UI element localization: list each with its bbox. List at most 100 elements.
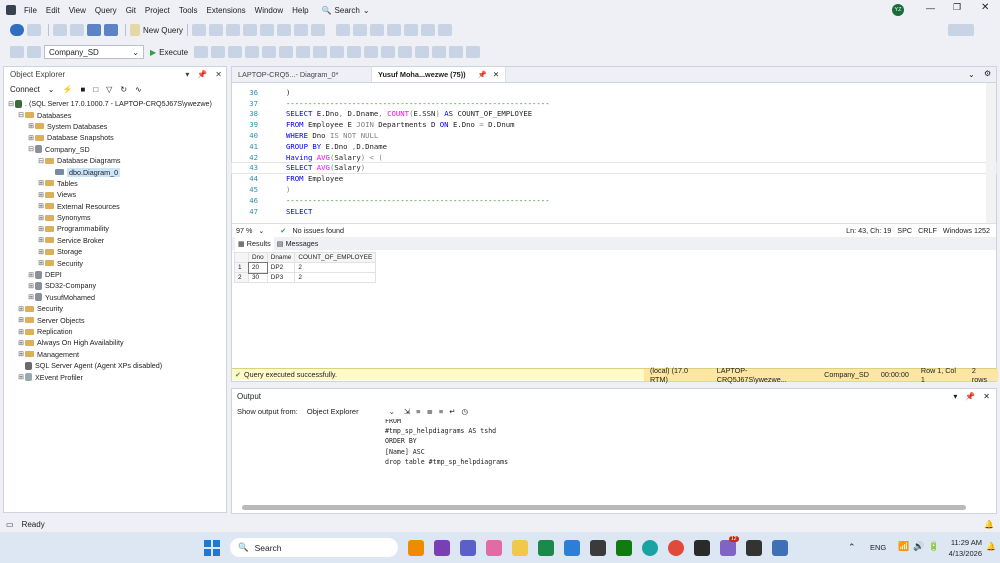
share-button[interactable]	[948, 24, 974, 36]
expand-icon[interactable]: ⊞	[37, 259, 45, 267]
clock[interactable]: 11:29 AM 4/13/2026	[948, 537, 982, 559]
expand-icon[interactable]: ⊞	[17, 339, 25, 347]
tree-node[interactable]: ⊞ Security	[7, 257, 226, 268]
tab-overflow-icon[interactable]: ⌄	[968, 70, 975, 79]
tv-icon[interactable]	[538, 540, 554, 556]
menu-item[interactable]: Project	[145, 6, 170, 15]
tab-document[interactable]: LAPTOP-CRQ5...- Diagram_0*	[232, 67, 372, 82]
activity-icon[interactable]: ∿	[135, 85, 142, 94]
expand-icon[interactable]: ⊞	[37, 225, 45, 233]
close-icon[interactable]: ✕	[983, 392, 990, 401]
output-tool-1-icon[interactable]: ⇲	[404, 407, 410, 416]
word-wrap-icon[interactable]: ↵	[449, 407, 455, 416]
tree-node[interactable]: ⊞ External Resources	[7, 201, 226, 212]
tab-results[interactable]: ▦ Results	[235, 237, 274, 250]
menu-item[interactable]: Edit	[46, 6, 60, 15]
table-row[interactable]: 2 30 DP3 2	[234, 272, 377, 283]
tab-messages[interactable]: ▤ Messages	[274, 237, 322, 250]
file-explorer-icon[interactable]	[512, 540, 528, 556]
vlc-icon[interactable]	[408, 540, 424, 556]
tree-node[interactable]: ⊞ Storage	[7, 246, 226, 257]
grid-cell[interactable]: 2	[294, 272, 377, 283]
notification-center-icon[interactable]: 🔔	[986, 542, 996, 551]
dropdown-icon[interactable]: ▾	[953, 392, 957, 401]
execute-button[interactable]: ▶ Execute	[150, 48, 188, 57]
grid-cell[interactable]: DP3	[266, 272, 296, 283]
horizontal-scrollbar[interactable]	[242, 505, 966, 510]
toolbar2-button-9[interactable]	[364, 46, 379, 58]
toolbar-button-7[interactable]	[336, 24, 351, 36]
tree-node[interactable]: dbo.Diagram_0	[7, 166, 226, 177]
toolbar2-button-1[interactable]	[228, 46, 243, 58]
expand-icon[interactable]: ⊞	[37, 236, 45, 244]
toolbar-button-9[interactable]	[370, 24, 385, 36]
toolbar-button-13[interactable]	[438, 24, 453, 36]
grid-cell[interactable]: 20	[247, 261, 269, 274]
output-tool-4-icon[interactable]: ≡	[439, 407, 443, 416]
expand-icon[interactable]: ⊞	[27, 122, 35, 130]
output-tool-3-icon[interactable]: ≣	[427, 407, 433, 416]
start-button[interactable]	[204, 540, 220, 556]
cube-app-icon[interactable]	[590, 540, 606, 556]
expand-icon[interactable]: ⊞	[27, 271, 35, 279]
copilot-icon[interactable]	[486, 540, 502, 556]
menu-item[interactable]: Extensions	[207, 6, 246, 15]
expand-icon[interactable]: ⊞	[17, 350, 25, 358]
new-query-button[interactable]: New Query	[130, 24, 183, 36]
toolbar2-button-6[interactable]	[313, 46, 328, 58]
close-icon[interactable]: ✕	[215, 70, 222, 79]
ssms-icon[interactable]	[772, 540, 788, 556]
toolbar2-button-10[interactable]	[381, 46, 396, 58]
toolbar2-button-11[interactable]	[398, 46, 413, 58]
toolbar2-button-3[interactable]	[262, 46, 277, 58]
maximize-button[interactable]: ❐	[953, 2, 961, 13]
search-menu[interactable]: 🔍 Search ⌄	[322, 6, 370, 15]
chrome-icon[interactable]	[668, 540, 684, 556]
tree-node[interactable]: ⊞ System Databases	[7, 121, 226, 132]
new-file-button[interactable]	[53, 24, 67, 36]
expand-icon[interactable]: ⊞	[27, 293, 35, 301]
tree-node[interactable]: ⊞ Always On High Availability	[7, 337, 226, 348]
tab-document[interactable]: Yusuf Moha...wezwe (75)) 📌 ✕	[372, 67, 506, 82]
expand-icon[interactable]: ⊞	[27, 282, 35, 290]
toolbar-button-4[interactable]	[277, 24, 292, 36]
tree-node[interactable]: ⊟ . (SQL Server 17.0.1000.7 - LAPTOP-CRQ5…	[7, 98, 226, 109]
toolbar2-button-14[interactable]	[449, 46, 464, 58]
expand-icon[interactable]: ⊞	[17, 316, 25, 324]
close-tab-icon[interactable]: ✕	[493, 70, 499, 79]
pin-icon[interactable]: 📌	[478, 70, 487, 79]
clock-icon[interactable]: ◷	[462, 407, 469, 416]
tree-node[interactable]: ⊞ Replication	[7, 326, 226, 337]
refresh-icon[interactable]: ↻	[120, 85, 127, 94]
tree-node[interactable]: ⊞ Programmability	[7, 223, 226, 234]
grid-column-header[interactable]: Dname	[266, 252, 296, 263]
output-tool-2-icon[interactable]: ≡	[416, 407, 420, 416]
expand-icon[interactable]: ⊞	[17, 328, 25, 336]
table-row[interactable]: 1 20 DP2 2	[234, 261, 377, 274]
disconnect-icon[interactable]: ■	[80, 85, 85, 94]
collapse-icon[interactable]: ⊟	[37, 157, 45, 165]
tree-node[interactable]: ⊞ Synonyms	[7, 212, 226, 223]
tree-node[interactable]: ⊞ XEvent Profiler	[7, 371, 226, 382]
output-source-select[interactable]: Object Explorer ⌄	[304, 407, 398, 416]
edge-icon[interactable]	[642, 540, 658, 556]
tree-node[interactable]: ⊞ SD32-Company	[7, 280, 226, 291]
tree-node[interactable]: ⊞ DEPI	[7, 269, 226, 280]
stop-button[interactable]	[194, 46, 209, 58]
database-select[interactable]: Company_SD ⌄	[44, 45, 144, 59]
undo-button[interactable]	[243, 24, 258, 36]
expand-icon[interactable]: ⊞	[17, 373, 25, 381]
back-button[interactable]	[10, 24, 24, 36]
toolbar2-button-15[interactable]	[466, 46, 481, 58]
tree-node[interactable]: ⊟ Database Diagrams	[7, 155, 226, 166]
connect-button[interactable]	[10, 46, 24, 58]
expand-icon[interactable]: ⊞	[17, 305, 25, 313]
toolbar2-button-13[interactable]	[432, 46, 447, 58]
connect-icon[interactable]: ⚡	[63, 85, 73, 94]
grid-column-header[interactable]: COUNT_OF_EMPLOYEE	[294, 252, 377, 263]
wifi-icon[interactable]: 📶	[898, 541, 909, 552]
toolbar2-button-2[interactable]	[245, 46, 260, 58]
menu-item[interactable]: Help	[292, 6, 308, 15]
tree-node[interactable]: ⊞ Service Broker	[7, 235, 226, 246]
open-file-button[interactable]	[70, 24, 84, 36]
